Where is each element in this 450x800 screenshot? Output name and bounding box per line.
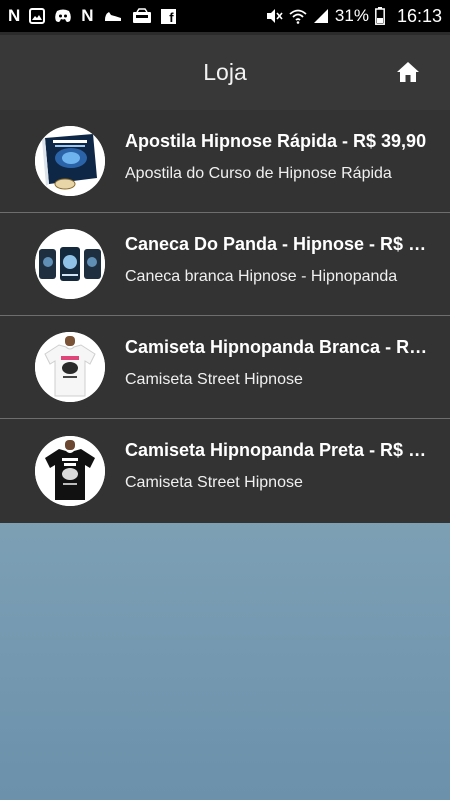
system-icons: 31% 16:13: [265, 6, 442, 27]
status-bar: N N f 31% 16:13: [0, 0, 450, 32]
product-thumbnail-white-shirt: [35, 332, 105, 402]
product-title: Caneca Do Panda - Hipnose - R$ 29,90: [125, 234, 434, 254]
list-item[interactable]: Caneca Do Panda - Hipnose - R$ 29,90 Can…: [0, 213, 450, 316]
product-title: Camiseta Hipnopanda Branca - R$ 49,90: [125, 337, 434, 357]
wifi-icon: [289, 6, 307, 26]
n-icon: N: [81, 6, 94, 25]
product-title: Camiseta Hipnopanda Preta - R$ 49,90: [125, 440, 434, 460]
product-thumbnail-mugs: [35, 229, 105, 299]
list-item[interactable]: Camiseta Hipnopanda Preta - R$ 49,90 Cam…: [0, 419, 450, 523]
list-item[interactable]: Camiseta Hipnopanda Branca - R$ 49,90 Ca…: [0, 316, 450, 419]
lojas-icon: [132, 6, 152, 26]
product-thumbnail-black-shirt: [35, 436, 105, 506]
discord-icon: [54, 6, 72, 26]
list-item-texts: Camiseta Hipnopanda Preta - R$ 49,90 Cam…: [125, 419, 434, 523]
product-thumbnail-book: [35, 126, 105, 196]
image-icon: [29, 6, 46, 26]
home-icon[interactable]: [396, 61, 420, 83]
list-item-texts: Apostila Hipnose Rápida - R$ 39,90 Apost…: [125, 110, 434, 212]
clock: 16:13: [396, 5, 442, 26]
product-list: Apostila Hipnose Rápida - R$ 39,90 Apost…: [0, 110, 450, 523]
facebook-icon: f: [160, 8, 176, 24]
product-subtitle: Camiseta Street Hipnose: [125, 371, 303, 388]
n-icon: N: [8, 6, 21, 25]
product-subtitle: Camiseta Street Hipnose: [125, 474, 303, 491]
battery-percent: 31%: [334, 6, 369, 25]
notification-icons: N N f: [8, 6, 176, 26]
list-item-texts: Caneca Do Panda - Hipnose - R$ 29,90 Can…: [125, 213, 434, 315]
shoe-icon: [103, 6, 123, 26]
signal-icon: [313, 6, 329, 26]
product-title: Apostila Hipnose Rápida - R$ 39,90: [125, 131, 427, 151]
page-title: Loja: [203, 59, 247, 85]
app-bar: Loja: [0, 32, 450, 110]
product-subtitle: Apostila do Curso de Hipnose Rápida: [125, 165, 392, 182]
mute-icon: [265, 6, 283, 26]
list-item[interactable]: Apostila Hipnose Rápida - R$ 39,90 Apost…: [0, 110, 450, 213]
list-item-texts: Camiseta Hipnopanda Branca - R$ 49,90 Ca…: [125, 316, 434, 418]
product-subtitle: Caneca branca Hipnose - Hipnopanda: [125, 268, 398, 285]
battery-icon: [375, 6, 385, 26]
